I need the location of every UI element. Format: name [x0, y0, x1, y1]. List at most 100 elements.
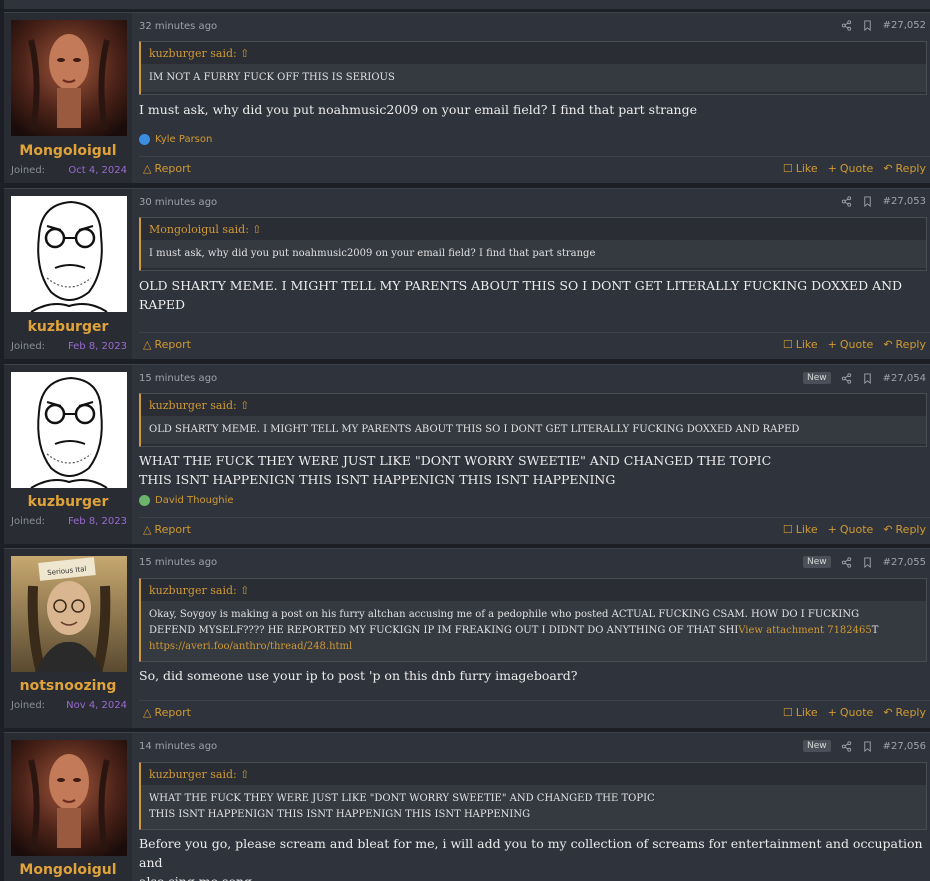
- quote-header[interactable]: kuzburger said: ⇧: [141, 763, 926, 785]
- post-time[interactable]: 14 minutes ago: [139, 741, 217, 752]
- joined-label: Joined:: [11, 700, 46, 711]
- bell-icon: △: [143, 706, 152, 719]
- reply-button[interactable]: ↶ Reply: [883, 706, 926, 719]
- username[interactable]: Mongoloigul: [4, 862, 132, 878]
- like-label: Like: [795, 338, 818, 351]
- quote-header[interactable]: Mongoloigul said: ⇧: [141, 218, 926, 240]
- avatar[interactable]: [11, 196, 127, 312]
- like-button[interactable]: ☐ Like: [783, 338, 818, 351]
- share-icon[interactable]: [841, 196, 852, 207]
- avatar[interactable]: [11, 20, 127, 136]
- reply-button[interactable]: ↶ Reply: [883, 338, 926, 351]
- quote-header[interactable]: kuzburger said: ⇧: [141, 394, 926, 416]
- post-number[interactable]: #27,052: [883, 20, 926, 31]
- reply-button[interactable]: ↶ Reply: [883, 162, 926, 175]
- quote-line: I must ask, why did you put noahmusic200…: [149, 248, 596, 259]
- post-number[interactable]: #27,054: [883, 373, 926, 384]
- share-icon[interactable]: [841, 372, 852, 384]
- bookmark-icon[interactable]: [862, 20, 873, 31]
- avatar[interactable]: [11, 740, 127, 856]
- report-button[interactable]: △ Report: [143, 523, 191, 536]
- quote-header[interactable]: kuzburger said: ⇧: [141, 42, 926, 64]
- avatar[interactable]: [11, 372, 127, 488]
- share-icon[interactable]: [841, 20, 852, 31]
- quote-header[interactable]: kuzburger said: ⇧: [141, 579, 926, 601]
- post-actions: ☐ Like + Quote ↶ Reply: [783, 523, 926, 536]
- quote-body: I must ask, why did you put noahmusic200…: [141, 240, 926, 268]
- post-number[interactable]: #27,053: [883, 196, 926, 207]
- joined-label: Joined:: [11, 516, 46, 527]
- quote-author[interactable]: kuzburger said:: [149, 399, 237, 412]
- new-badge: New: [802, 556, 831, 568]
- joined-label: Joined:: [11, 165, 46, 176]
- bookmark-icon[interactable]: [862, 372, 873, 384]
- reaction-icon: [139, 495, 150, 506]
- message-body: WHAT THE FUCK THEY WERE JUST LIKE "DONT …: [139, 451, 927, 489]
- quote-author[interactable]: kuzburger said:: [149, 47, 237, 60]
- quote-jump-icon[interactable]: ⇧: [252, 223, 261, 236]
- message-line: OLD SHARTY MEME. I MIGHT TELL MY PARENTS…: [139, 278, 903, 312]
- post-time[interactable]: 30 minutes ago: [139, 197, 217, 208]
- quote-block: kuzburger said: ⇧ WHAT THE FUCK THEY WER…: [139, 762, 927, 830]
- like-button[interactable]: ☐ Like: [783, 162, 818, 175]
- bookmark-icon[interactable]: [862, 196, 873, 207]
- joined-label: Joined:: [11, 341, 46, 352]
- quote-body: WHAT THE FUCK THEY WERE JUST LIKE "DONT …: [141, 785, 926, 829]
- post-time[interactable]: 15 minutes ago: [139, 373, 217, 384]
- username[interactable]: notsnoozing: [4, 678, 132, 694]
- quote-label: Quote: [839, 162, 874, 175]
- username[interactable]: Mongoloigul: [4, 143, 132, 159]
- thumbs-up-icon: ☐: [782, 338, 793, 351]
- report-button[interactable]: △ Report: [143, 706, 191, 719]
- avatar[interactable]: Serious Ital: [11, 556, 127, 672]
- post-time[interactable]: 15 minutes ago: [139, 557, 217, 568]
- bookmark-icon[interactable]: [862, 556, 873, 568]
- quote-button[interactable]: + Quote: [828, 162, 874, 175]
- post: kuzburger Joined: Feb 8, 2023 15 minutes…: [4, 364, 930, 544]
- quote-author[interactable]: kuzburger said:: [149, 768, 237, 781]
- post-number[interactable]: #27,056: [883, 741, 926, 752]
- quote-button[interactable]: + Quote: [828, 523, 874, 536]
- quote-button[interactable]: + Quote: [828, 706, 874, 719]
- message-body: So, did someone use your ip to post 'p o…: [139, 666, 927, 685]
- reply-icon: ↶: [883, 706, 893, 719]
- thread-link[interactable]: https://averi.foo/anthro/thread/248.html: [149, 641, 352, 652]
- post: kuzburger Joined: Feb 8, 2023 30 minutes…: [4, 188, 930, 359]
- reaction-user[interactable]: David Thoughie: [155, 495, 234, 506]
- post-number[interactable]: #27,055: [883, 557, 926, 568]
- reply-button[interactable]: ↶ Reply: [883, 523, 926, 536]
- post-actions: ☐ Like + Quote ↶ Reply: [783, 162, 926, 175]
- quote-line: Okay, Soygoy is making a post on his fur…: [149, 609, 860, 620]
- reaction-user[interactable]: Kyle Parson: [155, 134, 212, 145]
- username[interactable]: kuzburger: [4, 494, 132, 510]
- quote-label: Quote: [839, 523, 874, 536]
- share-icon[interactable]: [841, 740, 852, 752]
- post-meta: #27,052: [841, 20, 926, 31]
- like-button[interactable]: ☐ Like: [783, 523, 818, 536]
- attachment-link[interactable]: View attachment 7182465: [738, 625, 871, 636]
- quote-block: kuzburger said: ⇧ Okay, Soygoy is making…: [139, 578, 927, 662]
- username[interactable]: kuzburger: [4, 319, 132, 335]
- quote-line-tail: T: [871, 625, 879, 636]
- quote-jump-icon[interactable]: ⇧: [240, 399, 249, 412]
- quote-jump-icon[interactable]: ⇧: [240, 768, 249, 781]
- like-button[interactable]: ☐ Like: [783, 706, 818, 719]
- quote-author[interactable]: kuzburger said:: [149, 584, 237, 597]
- plus-icon: +: [827, 706, 837, 719]
- post-time[interactable]: 32 minutes ago: [139, 21, 217, 32]
- bookmark-icon[interactable]: [862, 740, 873, 752]
- share-icon[interactable]: [841, 556, 852, 568]
- quote-block: Mongoloigul said: ⇧ I must ask, why did …: [139, 217, 927, 271]
- quote-jump-icon[interactable]: ⇧: [240, 47, 249, 60]
- quote-button[interactable]: + Quote: [828, 338, 874, 351]
- reactions-bar[interactable]: Kyle Parson: [139, 134, 212, 145]
- report-button[interactable]: △ Report: [143, 338, 191, 351]
- message-line: So, did someone use your ip to post 'p o…: [139, 668, 578, 683]
- message-line: Before you go, please scream and bleat f…: [139, 836, 923, 870]
- reactions-bar[interactable]: David Thoughie: [139, 495, 234, 506]
- report-button[interactable]: △ Report: [143, 162, 191, 175]
- post-meta: #27,053: [841, 196, 926, 207]
- quote-jump-icon[interactable]: ⇧: [240, 584, 249, 597]
- post-meta: New #27,056: [802, 740, 926, 752]
- quote-author[interactable]: Mongoloigul said:: [149, 223, 249, 236]
